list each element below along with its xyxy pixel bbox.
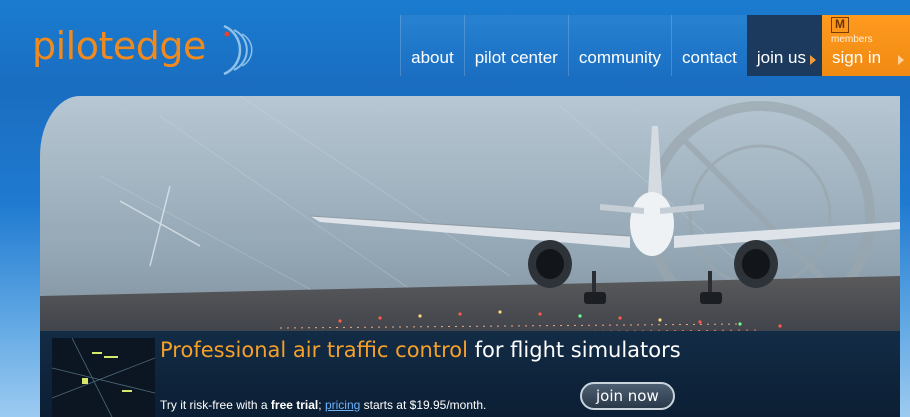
- hero-subtext: Try it risk-free with a free trial; pric…: [160, 398, 486, 412]
- radar-arcs-icon: [223, 24, 253, 76]
- airplane-landing-image: [40, 96, 900, 417]
- radar-screen-icon: [52, 338, 155, 417]
- hero-headline: Professional air traffic control for fli…: [160, 338, 860, 362]
- nav-sign-in[interactable]: M members sign in: [822, 15, 910, 76]
- join-now-button[interactable]: join now: [580, 382, 675, 410]
- sub-free-trial: free trial: [270, 398, 319, 412]
- nav-pilot-center[interactable]: pilot center: [463, 15, 568, 76]
- sub-prefix: Try it risk-free with a: [160, 398, 271, 412]
- nav-contact[interactable]: contact: [671, 15, 747, 76]
- nav-join-us-label: join us: [756, 48, 806, 67]
- nav-sign-in-label: sign in: [832, 48, 882, 67]
- nav-about-label: about: [411, 48, 454, 67]
- headline-highlight: Professional air traffic control: [160, 338, 468, 362]
- nav-pilot-center-label: pilot center: [474, 48, 558, 67]
- members-label: members: [831, 34, 873, 45]
- hero-banner: [40, 96, 900, 417]
- arrow-right-icon: [898, 55, 904, 65]
- arrow-right-icon: [810, 55, 816, 65]
- nav-contact-label: contact: [682, 48, 737, 67]
- sub-mid: ;: [318, 398, 325, 412]
- sub-suffix: starts at $19.95/month.: [360, 398, 487, 412]
- members-badge-icon: M: [831, 17, 849, 33]
- nav-about[interactable]: about: [400, 15, 464, 76]
- nav-community-label: community: [578, 48, 662, 67]
- headline-rest: for flight simulators: [467, 338, 681, 362]
- main-nav: about pilot center community contact joi…: [400, 15, 910, 76]
- nav-community[interactable]: community: [567, 15, 672, 76]
- hero-caption: Professional air traffic control for fli…: [160, 338, 860, 412]
- nav-join-us[interactable]: join us: [746, 15, 822, 76]
- pricing-link[interactable]: pricing: [325, 398, 360, 412]
- atc-radar-thumbnail: [52, 338, 155, 417]
- site-logo[interactable]: pilotedge: [32, 20, 262, 80]
